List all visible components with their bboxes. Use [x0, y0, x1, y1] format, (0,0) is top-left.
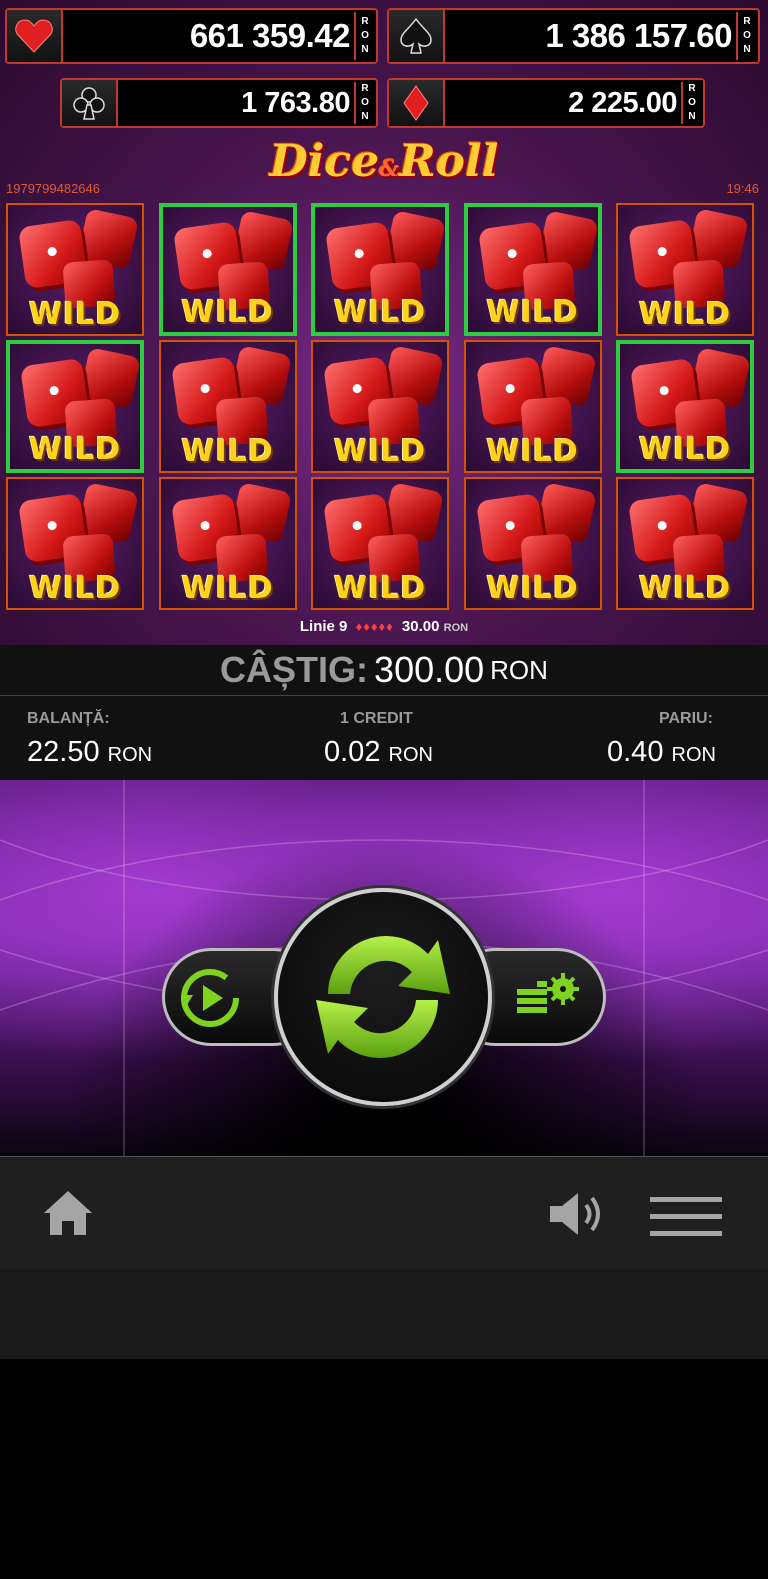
- win-currency: RON: [490, 654, 548, 685]
- reel-symbol-wild: WILD: [616, 203, 754, 336]
- reel-symbol-wild: WILD: [6, 340, 144, 473]
- wild-label: WILD: [28, 571, 122, 606]
- home-button[interactable]: [40, 1187, 96, 1239]
- stats-bar: BALANȚĂ: 22.50 RON 1 CREDIT 0.02 RON PAR…: [0, 696, 768, 780]
- wild-label: WILD: [638, 432, 732, 467]
- spade-icon: [389, 10, 445, 62]
- jackpot-currency: RON: [354, 12, 374, 60]
- balance-value: 22.50 RON: [27, 736, 153, 768]
- jackpot-spade: 1 386 157.60 RON: [387, 8, 760, 64]
- reel-symbol-wild: WILD: [463, 203, 602, 336]
- bet[interactable]: PARIU: 0.40 RON: [607, 696, 747, 780]
- reel-symbol-wild: WILD: [158, 477, 297, 610]
- wild-label: WILD: [486, 434, 579, 469]
- credit[interactable]: 1 CREDIT 0.02 RON: [324, 696, 464, 780]
- jackpot-heart: 661 359.42 RON: [5, 8, 378, 64]
- home-icon: [44, 1191, 92, 1235]
- jackpot-club: 1 763.80 RON: [60, 78, 378, 128]
- wild-label: WILD: [181, 571, 274, 606]
- jackpot-currency: RON: [354, 82, 374, 124]
- menu-button[interactable]: [648, 1195, 724, 1239]
- wild-label: WILD: [638, 571, 732, 606]
- wild-label: WILD: [638, 297, 732, 332]
- sound-button[interactable]: [546, 1189, 606, 1239]
- diamond-icon: [389, 80, 445, 126]
- reel-symbol-wild: WILD: [616, 340, 754, 473]
- bet-value: 0.40 RON: [607, 736, 716, 768]
- reel-symbol-wild: WILD: [6, 203, 144, 336]
- spin-icon: [316, 936, 450, 1058]
- win-bar: CÂȘTIG: 300.00 RON: [0, 645, 768, 696]
- wild-label: WILD: [181, 295, 274, 330]
- clock: 19:46: [726, 181, 759, 196]
- reel-symbol-wild: WILD: [463, 340, 602, 473]
- reel-symbol-wild: WILD: [463, 477, 602, 610]
- spin-button[interactable]: [274, 888, 492, 1106]
- jackpot-diamond: 2 225.00 RON: [387, 78, 705, 128]
- win-line-info: Linie 9 ♦♦♦♦♦ 30.00 RON: [0, 618, 768, 635]
- round-id: 1979799482646: [6, 181, 100, 196]
- reel-symbol-wild: WILD: [311, 203, 449, 336]
- balance-label: BALANȚĂ:: [27, 710, 110, 727]
- reel-grid: WILD WILD WILD WILD WILD WILD WILD WILD WILD WILD…: [6, 203, 758, 615]
- reel-symbol-wild: WILD: [6, 477, 144, 610]
- wild-label: WILD: [333, 571, 427, 606]
- win-line-currency: RON: [443, 622, 469, 634]
- controls-panel: [0, 780, 768, 1156]
- reel-symbol-wild: WILD: [311, 477, 449, 610]
- wild-label: WILD: [333, 295, 427, 330]
- win-line-symbols: ♦♦♦♦♦: [355, 619, 394, 634]
- bottom-nav: [0, 1156, 768, 1270]
- win-label: CÂȘTIG:: [220, 649, 369, 690]
- jackpot-amount: 1 763.80: [241, 86, 350, 119]
- reel-symbol-wild: WILD: [158, 203, 297, 336]
- game-logo: Dice&Roll: [269, 136, 499, 187]
- wild-label: WILD: [28, 297, 122, 332]
- win-value: 300.00: [374, 649, 485, 690]
- jackpot-amount: 1 386 157.60: [545, 17, 732, 54]
- bet-settings-icon: [517, 973, 579, 1013]
- reel-symbol-wild: WILD: [158, 340, 297, 473]
- credit-label: 1 CREDIT: [340, 710, 413, 727]
- reel-symbol-wild: WILD: [616, 477, 754, 610]
- autoplay-icon: [181, 969, 239, 1027]
- jackpot-amount: 661 359.42: [189, 17, 351, 54]
- wild-label: WILD: [486, 295, 579, 330]
- reel-symbol-wild: WILD: [311, 340, 449, 473]
- game-area: 661 359.42 RON 1 386 157.60 RON 1 763.80…: [0, 0, 768, 645]
- wild-label: WILD: [181, 434, 274, 469]
- hamburger-menu-icon: [650, 1197, 722, 1236]
- balance: BALANȚĂ: 22.50 RON: [27, 696, 227, 780]
- win-line-amount: 30.00: [401, 618, 440, 635]
- speaker-icon: [550, 1193, 600, 1235]
- jackpot-currency: RON: [736, 12, 756, 60]
- win-line-label: Linie 9: [299, 618, 348, 635]
- jackpot-amount: 2 225.00: [568, 86, 677, 119]
- credit-value: 0.02 RON: [324, 736, 433, 768]
- bottom-strip: [0, 1269, 768, 1359]
- club-icon: [62, 80, 118, 126]
- wild-label: WILD: [333, 434, 427, 469]
- heart-icon: [7, 10, 63, 62]
- jackpot-currency: RON: [681, 82, 701, 124]
- wild-label: WILD: [28, 432, 122, 467]
- wild-label: WILD: [486, 571, 579, 606]
- bet-label: PARIU:: [659, 710, 713, 727]
